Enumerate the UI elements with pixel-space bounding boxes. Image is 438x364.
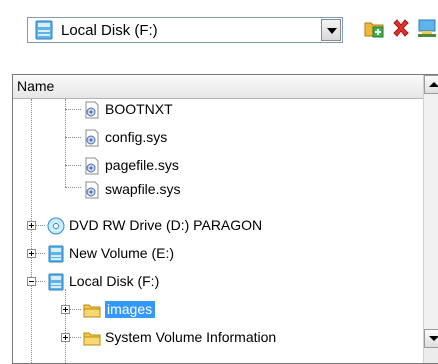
tree-guide-line — [65, 137, 81, 138]
network-drive-icon[interactable] — [416, 17, 438, 39]
folder-icon — [83, 304, 101, 318]
vertical-scrollbar[interactable] — [423, 75, 438, 363]
tree-item-label: System Volume Information — [105, 329, 277, 345]
tree-guide-line — [65, 187, 81, 188]
folder-icon — [83, 332, 101, 346]
tree-guide-line — [65, 99, 66, 187]
scroll-track[interactable] — [424, 94, 438, 329]
drive-selector-value: Local Disk (F:) — [61, 22, 158, 39]
system-file-icon — [85, 181, 99, 199]
hard-drive-icon — [48, 273, 64, 291]
tree-item-label: New Volume (E:) — [69, 245, 175, 261]
tree-item-label: pagefile.sys — [105, 157, 179, 173]
file-tree[interactable]: Name BOOTNXT config.sys pagefile.sys swa… — [12, 74, 438, 364]
tree-guide-line — [65, 289, 66, 363]
dropdown-arrow-button[interactable] — [321, 19, 341, 41]
column-header-name[interactable]: Name — [13, 75, 423, 99]
system-file-icon — [85, 129, 99, 147]
expand-images[interactable] — [61, 305, 70, 314]
system-file-icon — [85, 157, 99, 175]
expand-new-volume[interactable] — [27, 249, 36, 258]
system-file-icon — [85, 101, 99, 119]
tree-guide-line — [31, 99, 32, 363]
tree-guide-line — [65, 109, 81, 110]
scroll-up-button[interactable] — [424, 75, 438, 94]
hard-drive-icon — [48, 245, 64, 263]
expand-system-volume-information[interactable] — [61, 333, 70, 342]
folder-add-icon[interactable] — [363, 17, 385, 39]
tree-item-label: DVD RW Drive (D:) PARAGON — [69, 217, 263, 233]
column-header-label: Name — [17, 78, 55, 94]
tree-item-label: swapfile.sys — [105, 181, 181, 197]
drive-selector[interactable]: Local Disk (F:) — [27, 17, 343, 43]
tree-item-label: config.sys — [105, 129, 168, 145]
expand-dvd-drive[interactable] — [27, 221, 36, 230]
tree-item-label: images — [105, 301, 156, 318]
optical-drive-icon — [47, 217, 65, 235]
collapse-local-disk[interactable] — [27, 277, 36, 286]
scroll-down-button[interactable] — [424, 329, 438, 348]
tree-guide-line — [65, 165, 81, 166]
hard-drive-icon — [35, 20, 53, 40]
red-x-icon[interactable] — [390, 17, 412, 39]
tree-item-label: BOOTNXT — [105, 101, 173, 117]
tree-item-label: Local Disk (F:) — [69, 273, 160, 289]
